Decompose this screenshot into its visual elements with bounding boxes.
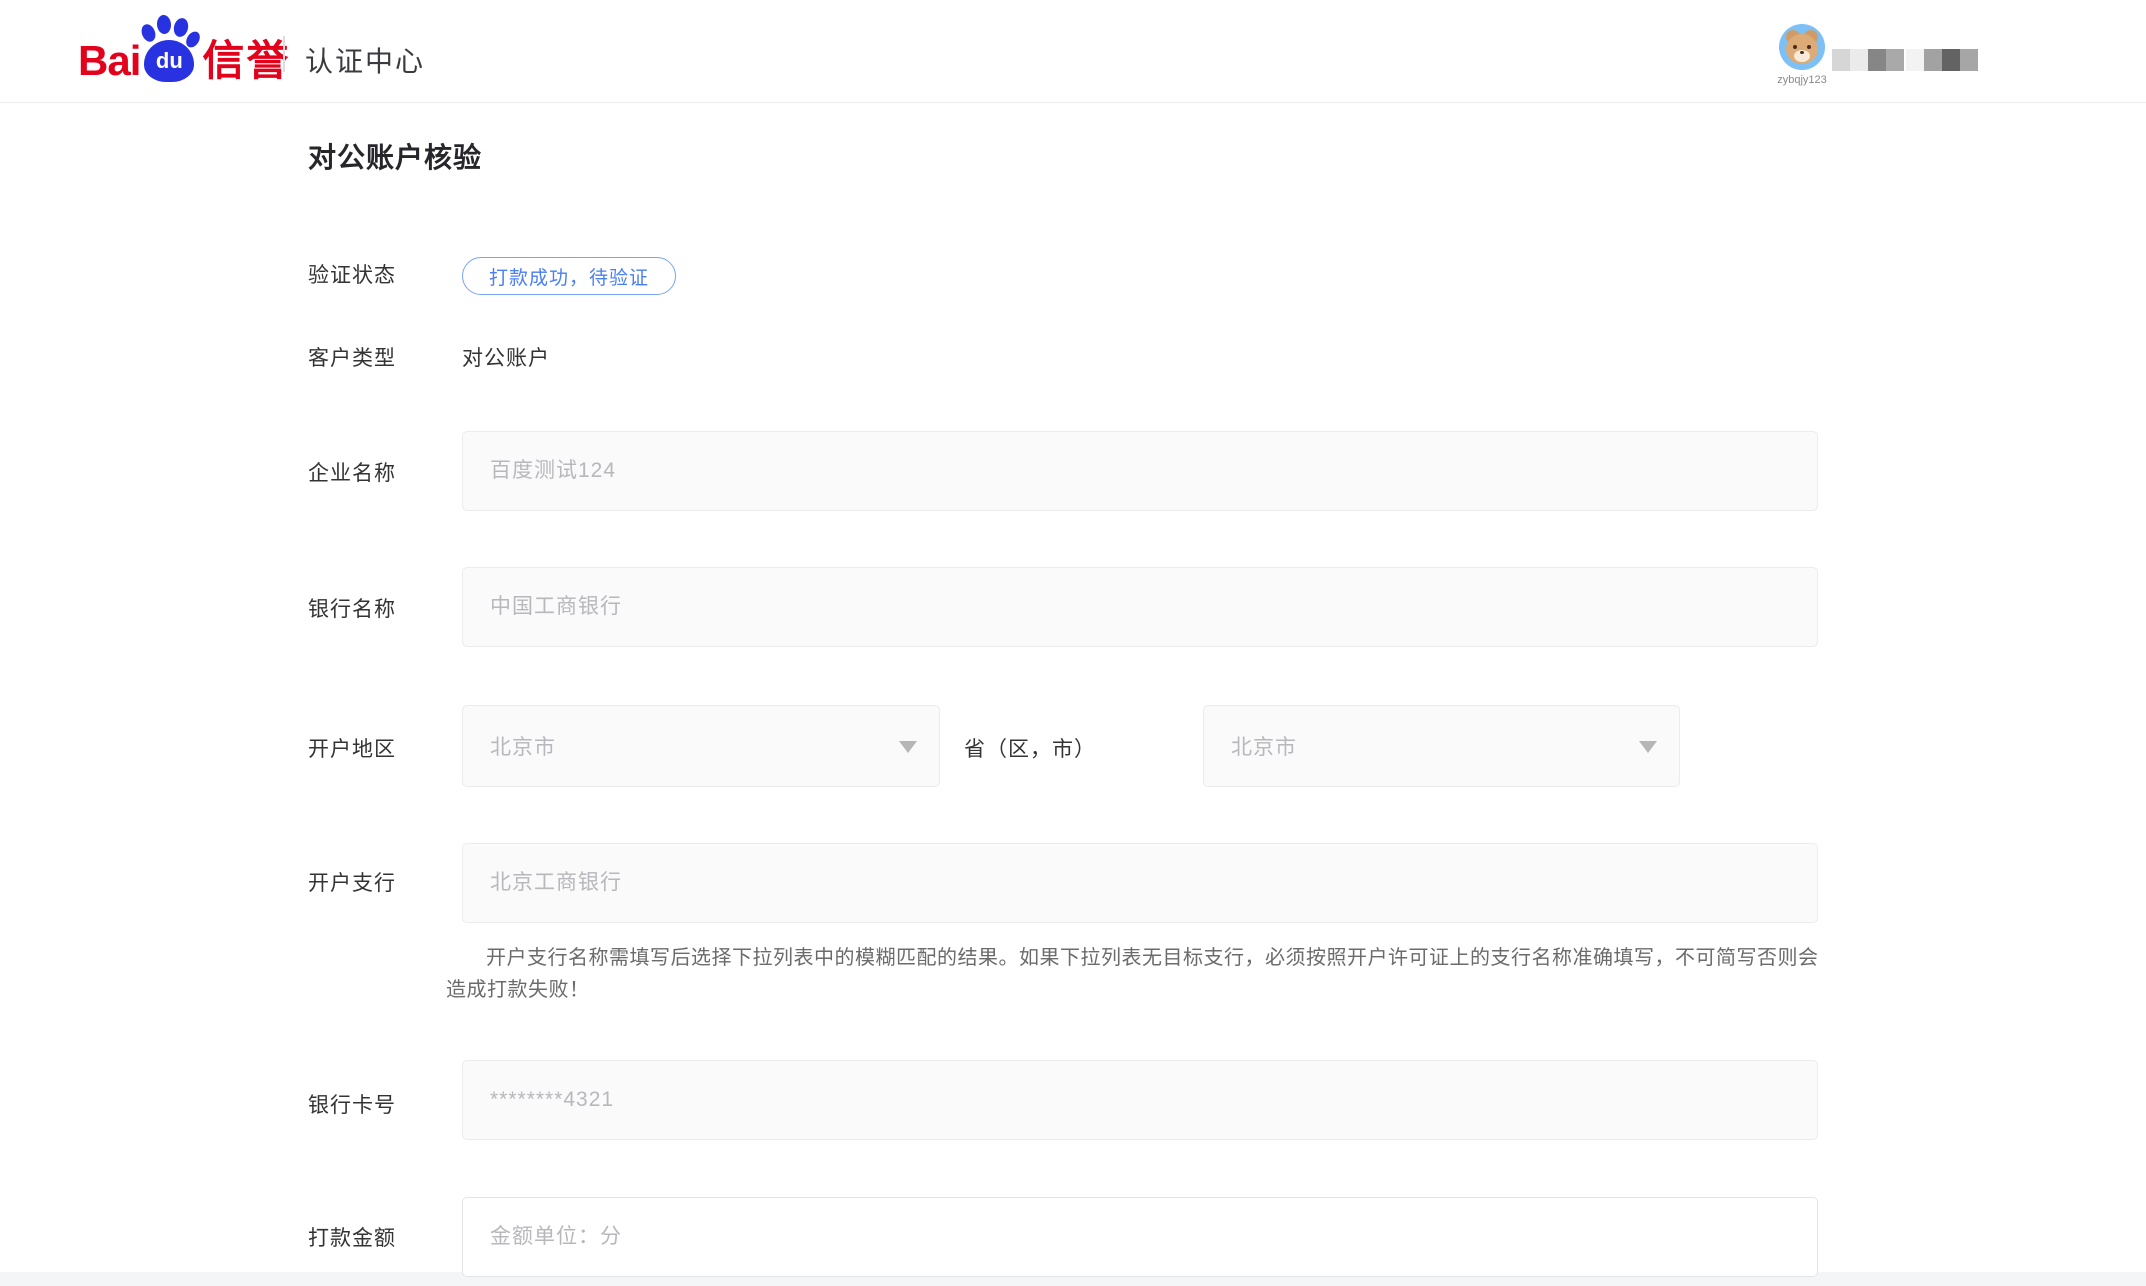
baidu-xinyu-logo[interactable]: Bai du 信誉 (78, 18, 290, 88)
province-select-value: 北京市 (490, 731, 556, 761)
bank-name-input[interactable] (462, 567, 1818, 647)
region-suffix-label: 省（区，市） (964, 733, 1096, 763)
header-title: 认证中心 (305, 40, 425, 80)
user-avatar[interactable] (1779, 24, 1825, 70)
card-number-input[interactable] (462, 1060, 1818, 1140)
company-name-label: 企业名称 (308, 457, 396, 487)
payment-amount-input[interactable] (462, 1197, 1818, 1277)
card-number-label: 银行卡号 (308, 1089, 396, 1119)
bank-name-label: 银行名称 (308, 593, 396, 623)
header-divider (283, 36, 285, 72)
logo-text-bai: Bai (78, 40, 140, 88)
branch-input[interactable] (462, 843, 1818, 923)
province-select[interactable]: 北京市 (462, 705, 940, 787)
page-title: 对公账户核验 (308, 136, 482, 176)
company-name-input[interactable] (462, 431, 1818, 511)
chevron-down-icon (899, 741, 917, 753)
city-select[interactable]: 北京市 (1203, 705, 1680, 787)
redacted-user-info (1832, 49, 1978, 71)
customer-type-value: 对公账户 (462, 342, 550, 372)
branch-label: 开户支行 (308, 867, 396, 897)
status-badge: 打款成功，待验证 (462, 257, 676, 295)
city-select-value: 北京市 (1231, 731, 1297, 761)
customer-type-label: 客户类型 (308, 342, 396, 372)
chevron-down-icon (1639, 741, 1657, 753)
status-label: 验证状态 (308, 259, 396, 289)
logo-text-xinyu: 信誉 (202, 40, 290, 88)
payment-amount-label: 打款金额 (308, 1222, 396, 1252)
top-header: Bai du 信誉 认证中心 zybqjy123 (0, 0, 2146, 103)
baidu-paw-icon: du (138, 14, 200, 88)
username-label: zybqjy123 (1762, 74, 1842, 86)
account-region-label: 开户地区 (308, 733, 396, 763)
logo-text-du: du (156, 48, 183, 74)
branch-note: 开户支行名称需填写后选择下拉列表中的模糊匹配的结果。如果下拉列表无目标支行，必须… (446, 942, 1820, 1006)
